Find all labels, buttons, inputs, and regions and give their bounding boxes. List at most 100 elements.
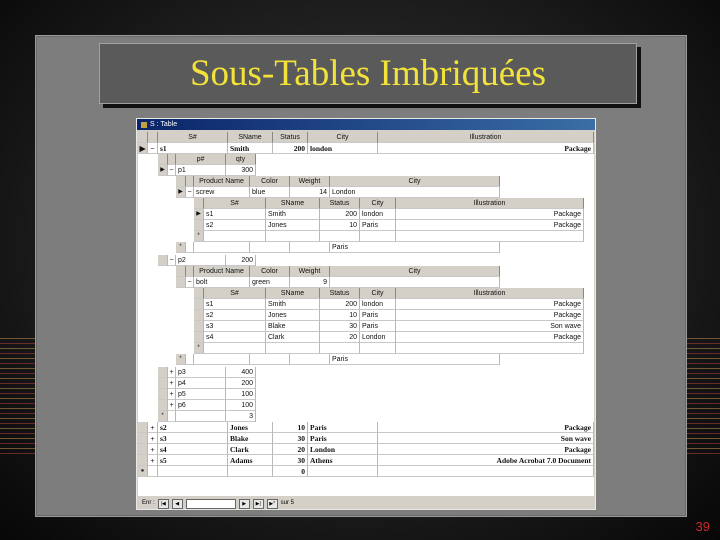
corner-cell[interactable] (194, 198, 204, 209)
product-name-cell[interactable] (194, 242, 250, 253)
corner-cell[interactable] (176, 266, 186, 277)
city-cell[interactable]: London (308, 444, 378, 455)
color-cell[interactable]: blue (250, 187, 290, 198)
weight-cell[interactable]: 9 (290, 277, 330, 288)
corner-cell[interactable] (176, 176, 186, 187)
header-spacer[interactable] (168, 154, 176, 165)
expand-icon[interactable]: + (148, 433, 158, 444)
status-cell[interactable]: 10 (320, 310, 360, 321)
color-cell[interactable]: green (250, 277, 290, 288)
qty-cell[interactable]: 200 (226, 378, 256, 389)
record-selector[interactable]: ▶ (138, 143, 148, 154)
first-record-button[interactable]: |◀ (157, 499, 169, 509)
sid-cell[interactable] (158, 466, 228, 477)
sname-cell[interactable]: Smith (266, 299, 320, 310)
sname-cell[interactable]: Smith (228, 143, 273, 154)
record-selector[interactable] (138, 455, 148, 466)
sid-cell[interactable]: s1 (158, 143, 228, 154)
column-header[interactable]: City (308, 132, 378, 143)
qty-cell[interactable]: 200 (226, 255, 256, 266)
record-selector[interactable] (158, 367, 168, 378)
empty-cell[interactable] (266, 231, 320, 242)
sname-cell[interactable] (228, 466, 273, 477)
empty-cell[interactable] (266, 343, 320, 354)
last-record-button[interactable]: ▶| (252, 499, 264, 509)
column-header[interactable]: Product Name (194, 176, 250, 187)
column-header[interactable]: p# (176, 154, 226, 165)
record-selector[interactable]: * (176, 354, 186, 365)
collapse-icon[interactable]: − (168, 255, 176, 266)
column-header[interactable]: S# (204, 288, 266, 299)
product-city-cell[interactable] (330, 277, 500, 288)
collapse-icon[interactable]: − (186, 277, 194, 288)
column-header[interactable]: S# (158, 132, 228, 143)
column-header[interactable]: City (330, 266, 500, 277)
column-header[interactable]: City (360, 198, 396, 209)
column-header[interactable]: S# (204, 198, 266, 209)
column-header[interactable]: Status (273, 132, 308, 143)
corner-cell[interactable] (158, 154, 168, 165)
pid-cell[interactable]: p4 (176, 378, 226, 389)
empty-cell[interactable] (320, 231, 360, 242)
sname-cell[interactable]: Clark (266, 332, 320, 343)
sid-cell[interactable]: s2 (158, 422, 228, 433)
illustration-cell[interactable]: Package (396, 332, 584, 343)
status-cell[interactable]: 20 (320, 332, 360, 343)
new-record-button[interactable]: ▶* (266, 499, 278, 509)
record-selector[interactable] (138, 444, 148, 455)
sname-cell[interactable]: Smith (266, 209, 320, 220)
record-selector[interactable]: * (138, 466, 148, 477)
column-header[interactable]: Color (250, 266, 290, 277)
product-city-cell[interactable]: London (330, 187, 500, 198)
column-header[interactable]: City (330, 176, 500, 187)
expand-icon[interactable]: + (168, 400, 176, 411)
pid-cell[interactable]: p3 (176, 367, 226, 378)
expand-icon[interactable]: + (148, 444, 158, 455)
illustration-cell[interactable]: Package (378, 143, 594, 154)
expand-icon[interactable]: + (168, 367, 176, 378)
illustration-cell[interactable]: Son wave (396, 321, 584, 332)
city-cell[interactable]: Athens (308, 455, 378, 466)
weight-cell[interactable] (290, 354, 330, 365)
spacer[interactable] (186, 242, 194, 253)
sid-cell[interactable]: s2 (204, 310, 266, 321)
header-spacer[interactable] (186, 266, 194, 277)
status-cell[interactable]: 30 (273, 455, 308, 466)
sname-cell[interactable]: Blake (228, 433, 273, 444)
city-cell[interactable]: london (360, 299, 396, 310)
record-selector[interactable]: * (176, 242, 186, 253)
sname-cell[interactable]: Jones (266, 310, 320, 321)
column-header[interactable]: qty (226, 154, 256, 165)
pid-cell[interactable]: p1 (176, 165, 226, 176)
city-cell[interactable]: Paris (360, 310, 396, 321)
status-cell[interactable]: 10 (273, 422, 308, 433)
sid-cell[interactable]: s4 (204, 332, 266, 343)
status-cell[interactable]: 0 (273, 466, 308, 477)
empty-cell[interactable] (204, 343, 266, 354)
status-cell[interactable]: 200 (320, 299, 360, 310)
color-cell[interactable] (250, 242, 290, 253)
record-selector[interactable]: ▶ (176, 187, 186, 198)
collapse-icon[interactable]: − (168, 165, 176, 176)
record-selector[interactable] (158, 400, 168, 411)
illustration-cell[interactable]: Adobe Acrobat 7.0 Document (378, 455, 594, 466)
status-cell[interactable]: 20 (273, 444, 308, 455)
pid-cell[interactable]: p6 (176, 400, 226, 411)
corner-cell[interactable] (194, 288, 204, 299)
datasheet[interactable]: S# SName Status City Illustration ▶ − s1 Smith 20… (138, 132, 594, 496)
illustration-cell[interactable]: Package (396, 299, 584, 310)
empty-cell[interactable] (320, 343, 360, 354)
status-cell[interactable]: 30 (320, 321, 360, 332)
city-cell[interactable]: london (308, 143, 378, 154)
sid-cell[interactable]: s3 (158, 433, 228, 444)
record-number-field[interactable] (185, 499, 236, 509)
pid-cell[interactable] (176, 411, 226, 422)
sid-cell[interactable]: s1 (204, 299, 266, 310)
illustration-cell[interactable]: Son wave (378, 433, 594, 444)
city-cell[interactable]: london (360, 209, 396, 220)
illustration-cell[interactable]: Package (378, 422, 594, 433)
city-cell[interactable]: Paris (308, 433, 378, 444)
next-record-button[interactable]: ▶ (238, 499, 250, 509)
sid-cell[interactable]: s4 (158, 444, 228, 455)
record-selector[interactable] (158, 378, 168, 389)
